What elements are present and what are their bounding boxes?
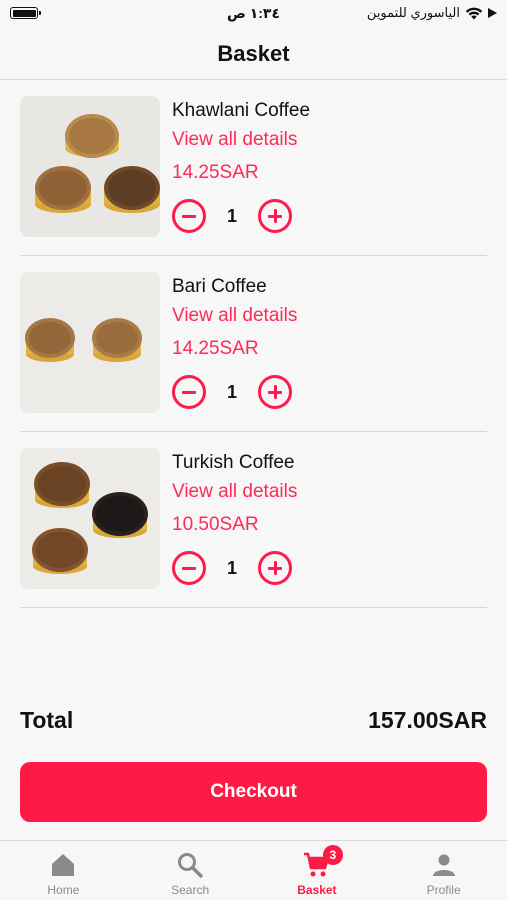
product-price: 14.25SAR bbox=[172, 338, 259, 359]
quantity-stepper: 1 bbox=[172, 198, 292, 234]
quantity-value: 1 bbox=[226, 205, 237, 226]
increase-quantity-button[interactable] bbox=[258, 375, 292, 409]
total-row: Total 157.00SAR bbox=[20, 704, 487, 736]
minus-icon bbox=[182, 390, 196, 394]
quantity-stepper: 1 bbox=[172, 550, 292, 586]
tab-label: Home bbox=[47, 883, 80, 897]
status-carrier: الياسوري للتموين bbox=[367, 5, 497, 21]
profile-icon bbox=[432, 854, 455, 876]
cart-count-badge: 3 bbox=[322, 845, 343, 865]
quantity-value: 1 bbox=[226, 557, 237, 578]
wifi-icon bbox=[465, 7, 483, 19]
minus-icon bbox=[182, 214, 196, 218]
basket-item: Bari Coffee View all details 14.25SAR 1 bbox=[20, 256, 487, 432]
tab-label: Profile bbox=[426, 883, 461, 897]
increase-quantity-button[interactable] bbox=[258, 199, 292, 233]
total-label: Total bbox=[20, 706, 74, 733]
total-value: 157.00SAR bbox=[368, 706, 487, 733]
tab-basket[interactable]: 3 Basket bbox=[254, 841, 381, 900]
tab-home[interactable]: Home bbox=[0, 841, 127, 900]
product-image[interactable] bbox=[20, 96, 160, 237]
home-icon bbox=[52, 854, 75, 876]
tab-label: Search bbox=[171, 883, 210, 897]
decrease-quantity-button[interactable] bbox=[172, 551, 206, 585]
view-details-link[interactable]: View all details bbox=[172, 305, 297, 327]
product-price: 14.25SAR bbox=[172, 162, 259, 183]
product-name: Khawlani Coffee bbox=[172, 100, 311, 121]
product-image[interactable] bbox=[20, 272, 160, 413]
product-image[interactable] bbox=[20, 448, 160, 589]
quantity-value: 1 bbox=[226, 381, 237, 402]
decrease-quantity-button[interactable] bbox=[172, 375, 206, 409]
tab-profile[interactable]: Profile bbox=[380, 841, 507, 900]
product-name: Bari Coffee bbox=[172, 276, 267, 297]
basket-item: Turkish Coffee View all details 10.50SAR… bbox=[20, 432, 487, 608]
view-details-link[interactable]: View all details bbox=[172, 129, 297, 151]
basket-list: Khawlani Coffee View all details 14.25SA… bbox=[20, 80, 487, 608]
tab-bar: Home Search 3 Basket Profile bbox=[0, 840, 507, 900]
minus-icon bbox=[182, 566, 196, 570]
tab-search[interactable]: Search bbox=[127, 841, 254, 900]
decrease-quantity-button[interactable] bbox=[172, 199, 206, 233]
increase-quantity-button[interactable] bbox=[258, 551, 292, 585]
basket-item: Khawlani Coffee View all details 14.25SA… bbox=[20, 80, 487, 256]
checkout-button[interactable]: Checkout bbox=[20, 762, 487, 822]
quantity-stepper: 1 bbox=[172, 374, 292, 410]
carrier-name: الياسوري للتموين bbox=[366, 5, 460, 20]
status-bar: ١:٣٤ ص الياسوري للتموين bbox=[0, 0, 507, 28]
view-details-link[interactable]: View all details bbox=[172, 481, 297, 503]
search-icon bbox=[178, 853, 203, 878]
product-name: Turkish Coffee bbox=[172, 452, 295, 473]
tab-label: Basket bbox=[297, 883, 337, 897]
product-price: 10.50SAR bbox=[172, 514, 259, 535]
location-arrow-icon bbox=[488, 8, 497, 18]
page-title: Basket bbox=[217, 40, 290, 66]
header: Basket bbox=[0, 28, 507, 80]
